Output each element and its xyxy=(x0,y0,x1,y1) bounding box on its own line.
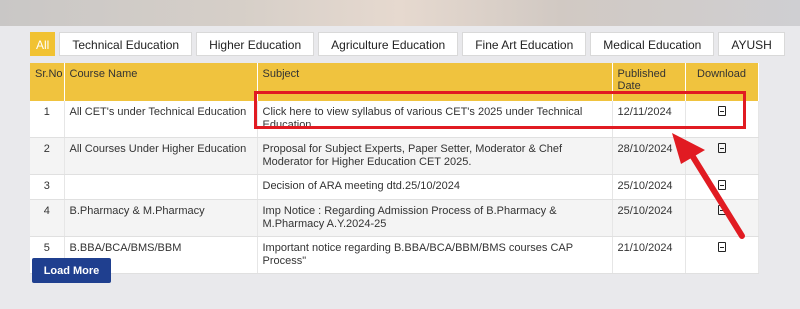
cell-course-name: All CET's under Technical Education xyxy=(64,101,258,138)
cell-sr-no: 2 xyxy=(30,137,65,175)
pdf-file-icon[interactable] xyxy=(717,143,726,153)
tab-technical-education[interactable]: Technical Education xyxy=(59,32,193,56)
header-sr-no: Sr.No xyxy=(30,63,65,101)
pdf-file-icon[interactable] xyxy=(717,180,726,190)
table-row: 2 All Courses Under Higher Education Pro… xyxy=(30,137,759,175)
cell-download xyxy=(685,199,759,237)
cell-published-date: 25/10/2024 xyxy=(612,199,686,237)
cell-subject-link[interactable]: Decision of ARA meeting dtd.25/10/2024 xyxy=(257,174,613,200)
header-subject: Subject xyxy=(257,63,613,101)
pdf-file-icon[interactable] xyxy=(717,106,726,116)
cell-download xyxy=(685,174,759,200)
cell-course-name xyxy=(64,174,258,200)
table-row: 1 All CET's under Technical Education Cl… xyxy=(30,101,759,138)
header-published-date: Published Date xyxy=(612,63,686,101)
cell-sr-no: 3 xyxy=(30,174,65,200)
header-course-name: Course Name xyxy=(64,63,258,101)
table-row: 4 B.Pharmacy & M.Pharmacy Imp Notice : R… xyxy=(30,199,759,237)
cell-download xyxy=(685,137,759,175)
cell-download xyxy=(685,236,759,274)
tab-higher-education[interactable]: Higher Education xyxy=(196,32,315,56)
tab-fine-art-education[interactable]: Fine Art Education xyxy=(462,32,587,56)
header-download: Download xyxy=(685,63,759,101)
hero-banner-strip xyxy=(0,0,800,26)
cell-subject-link[interactable]: Click here to view syllabus of various C… xyxy=(257,101,613,138)
pdf-file-icon[interactable] xyxy=(717,205,726,215)
load-more-button[interactable]: Load More xyxy=(32,258,111,283)
table-row: 3 Decision of ARA meeting dtd.25/10/2024… xyxy=(30,174,759,200)
category-tabs: All Technical Education Higher Education… xyxy=(30,32,785,56)
cell-published-date: 28/10/2024 xyxy=(612,137,686,175)
table-row: 5 B.BBA/BCA/BMS/BBM Important notice reg… xyxy=(30,236,759,274)
cell-subject-link[interactable]: Important notice regarding B.BBA/BCA/BBM… xyxy=(257,236,613,274)
cell-subject-link[interactable]: Imp Notice : Regarding Admission Process… xyxy=(257,199,613,237)
cell-course-name: B.Pharmacy & M.Pharmacy xyxy=(64,199,258,237)
cell-course-name: All Courses Under Higher Education xyxy=(64,137,258,175)
table-header-row: Sr.No Course Name Subject Published Date… xyxy=(30,63,759,101)
cell-sr-no: 4 xyxy=(30,199,65,237)
cell-published-date: 21/10/2024 xyxy=(612,236,686,274)
tab-all[interactable]: All xyxy=(30,32,56,56)
cell-download xyxy=(685,101,759,138)
tab-agriculture-education[interactable]: Agriculture Education xyxy=(318,32,459,56)
cell-sr-no: 1 xyxy=(30,101,65,138)
notices-table: Sr.No Course Name Subject Published Date… xyxy=(30,63,759,274)
pdf-file-icon[interactable] xyxy=(717,242,726,252)
tab-medical-education[interactable]: Medical Education xyxy=(590,32,715,56)
cell-published-date: 25/10/2024 xyxy=(612,174,686,200)
cell-published-date: 12/11/2024 xyxy=(612,101,686,138)
cell-subject-link[interactable]: Proposal for Subject Experts, Paper Sett… xyxy=(257,137,613,175)
tab-ayush[interactable]: AYUSH xyxy=(718,32,785,56)
